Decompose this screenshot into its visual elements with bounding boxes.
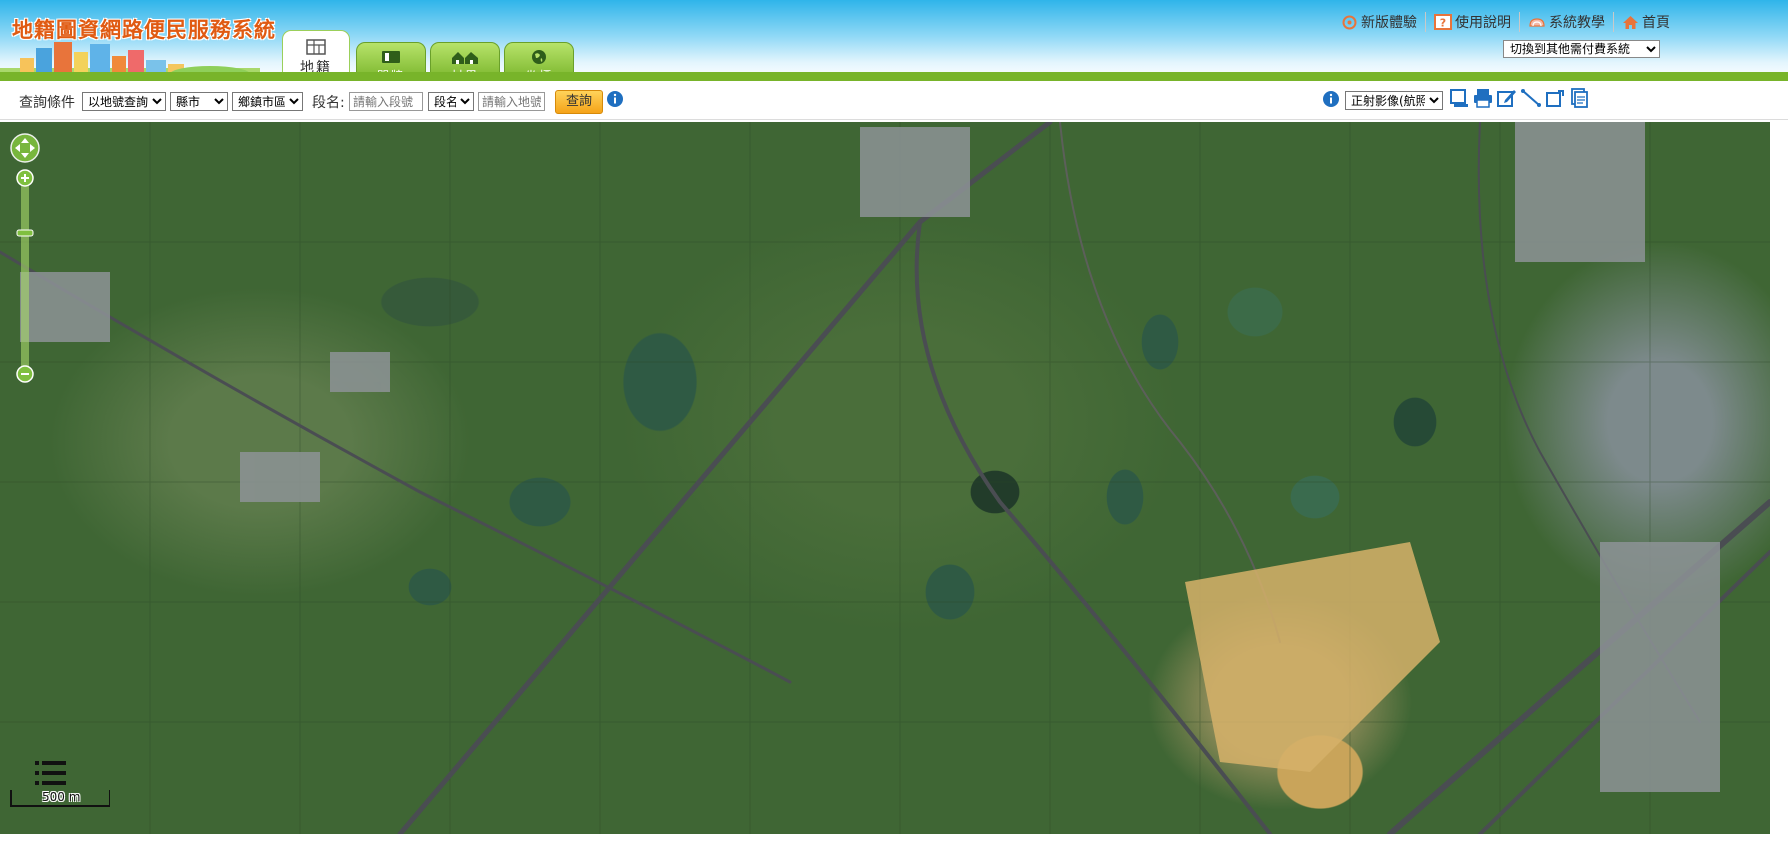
help-link[interactable]: ? 使用說明 (1425, 12, 1519, 32)
aerial-map[interactable]: 500 m (0, 122, 1770, 834)
info-icon[interactable] (606, 90, 624, 108)
copy-icon[interactable] (1568, 87, 1590, 109)
help-label: 使用說明 (1455, 15, 1511, 31)
measure-line-icon[interactable] (1520, 87, 1542, 109)
village-icon (452, 52, 478, 64)
edit-icon[interactable] (1496, 87, 1518, 109)
basemap-info-icon[interactable] (1322, 90, 1340, 108)
new-version-label: 新版體驗 (1361, 15, 1417, 31)
globe-icon (532, 50, 546, 64)
query-condition-label: 查詢條件 (19, 95, 75, 111)
help-icon: ? (1434, 14, 1452, 30)
map-navigation-control[interactable] (8, 130, 42, 390)
aerial-imagery (0, 122, 1770, 834)
map-icon (306, 39, 326, 55)
app-title: 地籍圖資網路便民服務系統 (12, 18, 276, 42)
section-label: 段名: (312, 95, 345, 111)
svg-text:?: ? (1440, 17, 1446, 30)
tutorial-icon (1529, 18, 1545, 27)
home-label: 首頁 (1642, 15, 1670, 31)
county-select[interactable]: 縣市 (170, 92, 228, 111)
query-type-select[interactable]: 以地號查詢 (82, 92, 166, 111)
home-link[interactable]: 首頁 (1613, 12, 1678, 32)
new-version-link[interactable]: 新版體驗 (1333, 12, 1425, 32)
measure-area-icon[interactable] (1544, 87, 1566, 109)
system-switch-select[interactable]: 切換到其他需付費系統 (1503, 40, 1660, 58)
print-icon[interactable] (1472, 87, 1494, 109)
query-button[interactable]: 查詢 (555, 90, 603, 114)
basemap-select[interactable]: 正射影像(航照) (1345, 91, 1443, 110)
query-toolbar: 查詢條件 以地號查詢 縣市 鄉鎮市區 段名: 段名 查詢 正射影像(航照) (0, 81, 1788, 120)
home-icon (1623, 15, 1638, 29)
township-select[interactable]: 鄉鎮市區 (232, 92, 303, 111)
app-logo[interactable]: 地籍圖資網路便民服務系統 (0, 0, 280, 80)
section-name-select[interactable]: 段名 (428, 92, 474, 111)
new-version-icon (1342, 15, 1357, 29)
tutorial-label: 系統教學 (1549, 15, 1605, 31)
tutorial-link[interactable]: 系統教學 (1519, 12, 1613, 32)
top-links: 新版體驗 ? 使用說明 系統教學 首頁 (1333, 12, 1678, 32)
land-number-input[interactable] (478, 92, 545, 111)
header-divider (0, 72, 1788, 81)
door-plate-icon (382, 51, 400, 63)
scale-label: 500 m (42, 790, 81, 804)
section-number-input[interactable] (349, 92, 423, 111)
app-header: 地籍圖資網路便民服務系統 地籍 門牌 村里 (0, 0, 1788, 83)
layer-icon[interactable] (1448, 87, 1470, 109)
